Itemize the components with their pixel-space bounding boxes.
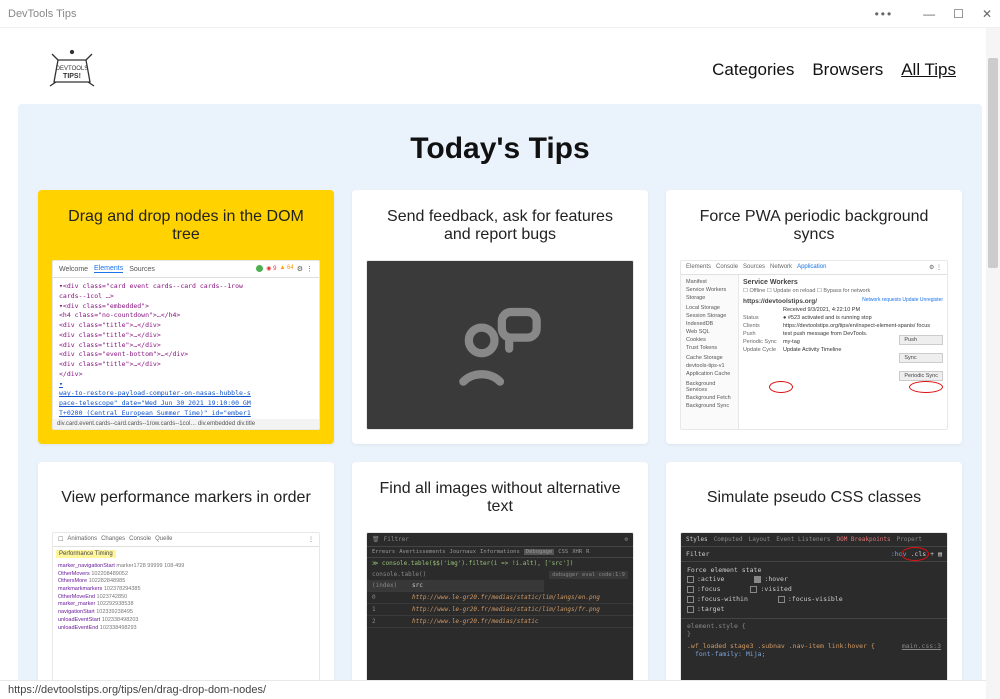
tips-grid: Drag and drop nodes in the DOM tree Welc… — [38, 190, 962, 699]
logo[interactable]: DEVTOOLS TIPS! — [44, 46, 100, 94]
tip-thumbnail: ☐ Animations Changes Console Quelle ⋮ Pe… — [52, 532, 320, 699]
tip-card[interactable]: Drag and drop nodes in the DOM tree Welc… — [38, 190, 334, 444]
scrollbar[interactable] — [986, 28, 1000, 699]
tip-thumbnail: 🗑Filtrer⚙ ErreursAvertissementsJournauxI… — [366, 532, 634, 699]
more-icon[interactable]: ••• — [875, 7, 894, 21]
svg-text:TIPS!: TIPS! — [63, 73, 81, 80]
minimize-button[interactable]: — — [923, 7, 935, 21]
svg-text:DEVTOOLS: DEVTOOLS — [56, 66, 89, 72]
main-nav: Categories Browsers All Tips — [712, 60, 956, 80]
tip-card[interactable]: Simulate pseudo CSS classes Styles Compu… — [666, 462, 962, 699]
maximize-button[interactable]: ☐ — [953, 7, 964, 21]
trash-icon: 🗑 — [372, 536, 380, 543]
close-button[interactable]: ✕ — [982, 7, 992, 21]
hero-title: Today's Tips — [38, 132, 962, 166]
scrollbar-thumb[interactable] — [988, 58, 998, 268]
status-url: https://devtoolstips.org/tips/en/drag-dr… — [8, 684, 266, 696]
nav-browsers[interactable]: Browsers — [812, 60, 883, 80]
feedback-icon — [445, 290, 555, 400]
site-header: DEVTOOLS TIPS! Categories Browsers All T… — [0, 28, 1000, 104]
tip-thumbnail: Welcome Elements Sources ◉ 9 ▲ 64 ⚙ ⋮ ▾<… — [52, 260, 320, 430]
tip-title: Force PWA periodic background syncs — [680, 204, 948, 248]
gear-icon: ⚙ — [624, 536, 628, 543]
tip-card[interactable]: Find all images without alternative text… — [352, 462, 648, 699]
hero-section: Today's Tips Drag and drop nodes in the … — [18, 104, 982, 699]
tip-thumbnail — [366, 260, 634, 430]
tip-title: Drag and drop nodes in the DOM tree — [52, 204, 320, 248]
nav-all-tips[interactable]: All Tips — [901, 60, 956, 80]
tip-card[interactable]: View performance markers in order ☐ Anim… — [38, 462, 334, 699]
nav-categories[interactable]: Categories — [712, 60, 794, 80]
tip-card[interactable]: Force PWA periodic background syncs Elem… — [666, 190, 962, 444]
tip-title: Simulate pseudo CSS classes — [680, 476, 948, 520]
tip-thumbnail: Elements Console Sources Network Applica… — [680, 260, 948, 430]
window-controls: ••• — ☐ ✕ — [875, 7, 992, 21]
window-title: DevTools Tips — [8, 8, 875, 20]
window-titlebar: DevTools Tips ••• — ☐ ✕ — [0, 0, 1000, 28]
tip-title: View performance markers in order — [52, 476, 320, 520]
status-bar: https://devtoolstips.org/tips/en/drag-dr… — [0, 680, 986, 699]
tip-card[interactable]: Send feedback, ask for features and repo… — [352, 190, 648, 444]
gear-icon: ⚙ — [297, 265, 303, 273]
tip-title: Find all images without alternative text — [366, 476, 634, 520]
tip-title: Send feedback, ask for features and repo… — [366, 204, 634, 248]
tip-thumbnail: Styles Computed Layout Event Listeners D… — [680, 532, 948, 699]
